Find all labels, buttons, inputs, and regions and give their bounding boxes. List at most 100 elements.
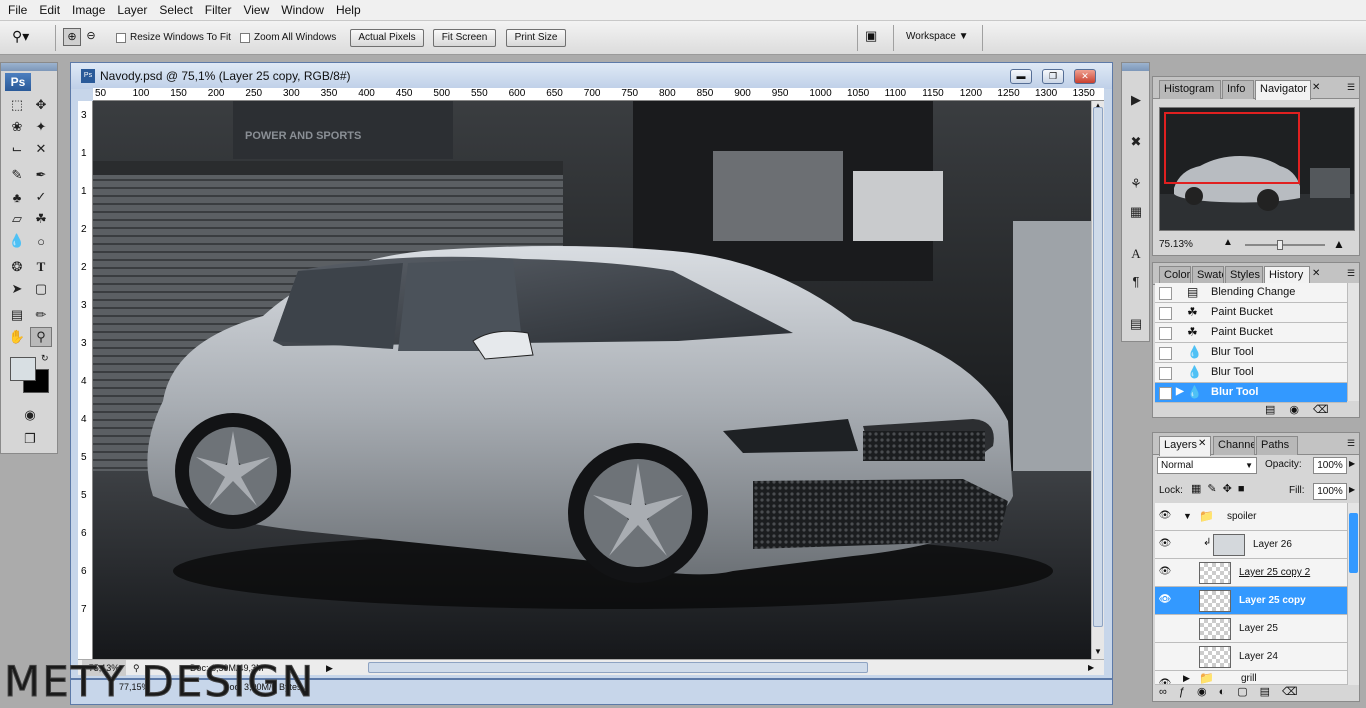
blur-tool-icon[interactable]: 💧 xyxy=(6,231,28,251)
layers-scrollbar[interactable] xyxy=(1347,503,1359,685)
tab-navigator[interactable]: Navigator xyxy=(1255,80,1311,100)
history-source-box[interactable] xyxy=(1159,307,1172,320)
menu-file[interactable]: File xyxy=(2,0,33,21)
notes-tool-icon[interactable]: ▤ xyxy=(6,305,28,325)
vertical-scroll-thumb[interactable] xyxy=(1093,107,1103,627)
eyedropper-tool-icon[interactable]: ✏ xyxy=(30,305,52,325)
adjustment-layer-icon[interactable]: ◐ xyxy=(1219,686,1238,698)
maximize-icon[interactable]: ❐ xyxy=(1042,69,1064,84)
menu-view[interactable]: View xyxy=(237,0,275,21)
screen-mode-icon[interactable]: ❐ xyxy=(19,429,41,449)
slice-tool-icon[interactable]: ✕ xyxy=(30,139,52,159)
paragraph-icon[interactable]: ¶ xyxy=(1125,271,1147,293)
menu-filter[interactable]: Filter xyxy=(199,0,238,21)
new-layer-icon[interactable]: ▤ xyxy=(1260,686,1282,698)
navigator-zoom[interactable]: 75.13% xyxy=(1159,239,1193,250)
dock-header[interactable] xyxy=(1122,63,1149,71)
lock-pixels-icon[interactable]: ✎ xyxy=(1207,483,1222,495)
close-tab-icon[interactable]: ✕ xyxy=(1312,82,1320,93)
tab-channels[interactable]: Channels xyxy=(1213,436,1255,455)
minimize-icon[interactable]: ▬ xyxy=(1010,69,1032,84)
navigator-view-box[interactable] xyxy=(1164,112,1300,184)
history-item[interactable]: ☘ Paint Bucket xyxy=(1155,323,1347,343)
print-size-button[interactable]: Print Size xyxy=(506,29,566,47)
layer-row-selected[interactable]: 👁 Layer 25 copy xyxy=(1155,587,1347,615)
link-layers-icon[interactable]: ∞ xyxy=(1159,686,1179,698)
group-expanded-icon[interactable]: ▼ xyxy=(1183,511,1192,521)
new-document-from-state-icon[interactable]: ▤ xyxy=(1265,404,1289,416)
zoom-tool-icon[interactable]: ⚲ xyxy=(30,327,52,347)
brushes-icon[interactable]: ⚘ xyxy=(1125,173,1147,195)
document-title-bar[interactable]: Ps Navody.psd @ 75,1% (Layer 25 copy, RG… xyxy=(71,63,1112,89)
menu-window[interactable]: Window xyxy=(275,0,330,21)
fill-slider-icon[interactable]: ▶ xyxy=(1349,485,1355,494)
eye-icon[interactable]: 👁 xyxy=(1158,678,1172,684)
new-group-icon[interactable]: ▢ xyxy=(1237,686,1259,698)
history-item[interactable]: ▤ Blending Change xyxy=(1155,283,1347,303)
marquee-tool-icon[interactable]: ⬚ xyxy=(6,95,28,115)
layer-group-row[interactable]: 👁 ▼ 📁 spoiler xyxy=(1155,503,1347,531)
magic-wand-tool-icon[interactable]: ✦ xyxy=(30,117,52,137)
history-scrollbar[interactable] xyxy=(1347,283,1359,401)
eye-icon[interactable]: 👁 xyxy=(1158,510,1172,524)
paint-bucket-tool-icon[interactable]: ☘ xyxy=(30,209,52,229)
brush-tool-icon[interactable]: ✒ xyxy=(30,165,52,185)
close-tab-icon[interactable]: ✕ xyxy=(1312,268,1320,279)
photoshop-logo[interactable]: Ps xyxy=(5,73,31,91)
history-brush-tool-icon[interactable]: ✓ xyxy=(30,187,52,207)
healing-brush-tool-icon[interactable]: ✎ xyxy=(6,165,28,185)
path-selection-tool-icon[interactable]: ➤ xyxy=(6,279,28,299)
dodge-tool-icon[interactable]: ○ xyxy=(30,231,52,251)
history-source-box[interactable] xyxy=(1159,327,1172,340)
layer-row[interactable]: Layer 25 xyxy=(1155,615,1347,643)
panel-menu-icon[interactable]: ☰ xyxy=(1347,268,1355,279)
menu-layer[interactable]: Layer xyxy=(111,0,153,21)
pen-tool-icon[interactable]: ❂ xyxy=(6,257,28,277)
workspace-menu[interactable]: Workspace ▼ xyxy=(906,31,969,42)
navigator-slider-thumb[interactable] xyxy=(1277,240,1283,250)
clone-stamp-tool-icon[interactable]: ♣ xyxy=(6,187,28,207)
lasso-tool-icon[interactable]: ❀ xyxy=(6,117,28,137)
character-icon[interactable]: A xyxy=(1125,243,1147,265)
lock-transparency-icon[interactable]: ▦ xyxy=(1191,483,1207,495)
history-source-box[interactable] xyxy=(1159,367,1172,380)
palette-well-icon[interactable]: ▣ xyxy=(865,28,887,48)
group-collapsed-icon[interactable]: ▶ xyxy=(1183,673,1190,684)
fill-input[interactable]: 100% xyxy=(1313,483,1347,500)
opacity-slider-icon[interactable]: ▶ xyxy=(1349,459,1355,468)
menu-edit[interactable]: Edit xyxy=(33,0,66,21)
opacity-input[interactable]: 100% xyxy=(1313,457,1347,474)
toolbox-header[interactable] xyxy=(1,63,57,71)
move-tool-icon[interactable]: ✥ xyxy=(30,95,52,115)
layer-row[interactable]: Layer 24 xyxy=(1155,643,1347,671)
vertical-scrollbar[interactable]: ▲ ▼ xyxy=(1091,101,1104,661)
notes-panel-icon[interactable]: ▤ xyxy=(1125,313,1147,335)
layer-group-row[interactable]: 👁 ▶ 📁 grill xyxy=(1155,671,1347,685)
layers-scroll-thumb[interactable] xyxy=(1349,513,1358,573)
history-item[interactable]: 💧 Blur Tool xyxy=(1155,343,1347,363)
lock-position-icon[interactable]: ✥ xyxy=(1223,483,1238,495)
clone-source-icon[interactable]: ▦ xyxy=(1125,201,1147,223)
shape-tool-icon[interactable]: ▢ xyxy=(30,279,52,299)
menu-help[interactable]: Help xyxy=(330,0,367,21)
actual-pixels-button[interactable]: Actual Pixels xyxy=(350,29,424,47)
delete-state-icon[interactable]: ⌫ xyxy=(1313,404,1343,416)
menu-image[interactable]: Image xyxy=(66,0,111,21)
layer-row[interactable]: 👁 ↲ Layer 26 xyxy=(1155,531,1347,559)
horizontal-scroll-thumb[interactable] xyxy=(368,662,868,673)
type-tool-icon[interactable]: T xyxy=(30,257,52,277)
tab-paths[interactable]: Paths xyxy=(1256,436,1298,455)
scroll-down-icon[interactable]: ▼ xyxy=(1093,647,1103,659)
lock-all-icon[interactable]: ■ xyxy=(1238,483,1251,495)
status-menu-icon[interactable]: ▶ xyxy=(326,660,333,676)
history-source-box[interactable] xyxy=(1159,387,1172,400)
actions-icon[interactable]: ▶ xyxy=(1125,89,1147,111)
eye-hidden-icon[interactable] xyxy=(1158,622,1172,636)
zoom-out-small-icon[interactable]: ▲ xyxy=(1223,237,1233,248)
navigator-thumbnail[interactable] xyxy=(1159,107,1355,231)
delete-layer-icon[interactable]: ⌫ xyxy=(1282,686,1310,698)
zoom-in-icon[interactable]: ⊕ xyxy=(63,28,81,46)
eraser-tool-icon[interactable]: ▱ xyxy=(6,209,28,229)
history-source-box[interactable] xyxy=(1159,287,1172,300)
fit-screen-button[interactable]: Fit Screen xyxy=(433,29,496,47)
